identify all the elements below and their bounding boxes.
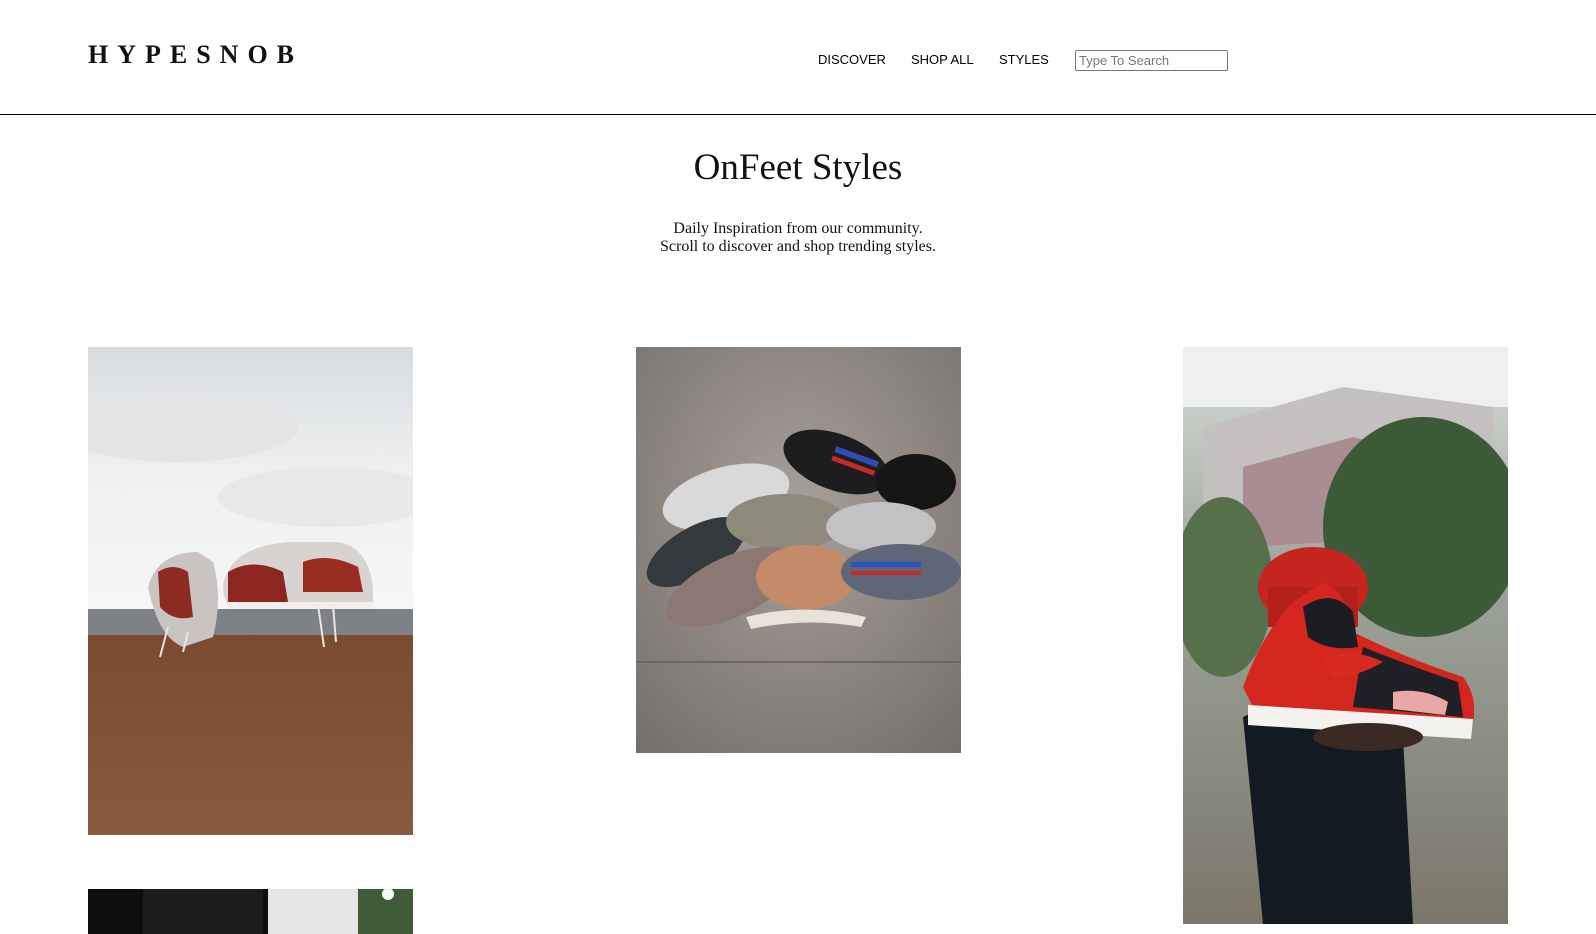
style-photo-sneaker-pile[interactable] bbox=[636, 347, 961, 753]
page-subtitle: Daily Inspiration from our community. Sc… bbox=[0, 220, 1596, 256]
subtitle-line-2: Scroll to discover and shop trending sty… bbox=[660, 238, 936, 255]
site-logo[interactable]: HYPESNOB bbox=[88, 40, 303, 70]
nav-link-discover[interactable]: DISCOVER bbox=[818, 52, 886, 67]
style-photo-partial[interactable] bbox=[88, 889, 413, 934]
style-photo-sneakers-on-ledge[interactable] bbox=[88, 347, 413, 835]
sneaker-pile-image bbox=[636, 347, 961, 753]
partial-style-image bbox=[88, 889, 413, 934]
site-header: HYPESNOB DISCOVER SHOP ALL STYLES bbox=[0, 0, 1596, 115]
nav-link-styles[interactable]: STYLES bbox=[999, 52, 1049, 67]
nav-link-shop-all[interactable]: SHOP ALL bbox=[911, 52, 974, 67]
search-input[interactable] bbox=[1075, 50, 1228, 71]
subtitle-line-1: Daily Inspiration from our community. bbox=[673, 220, 923, 237]
jordan-held-image bbox=[1183, 347, 1508, 924]
style-photo-jordan-held[interactable] bbox=[1183, 347, 1508, 924]
page-title: OnFeet Styles bbox=[693, 147, 903, 188]
sneakers-on-ledge-image bbox=[88, 347, 413, 835]
